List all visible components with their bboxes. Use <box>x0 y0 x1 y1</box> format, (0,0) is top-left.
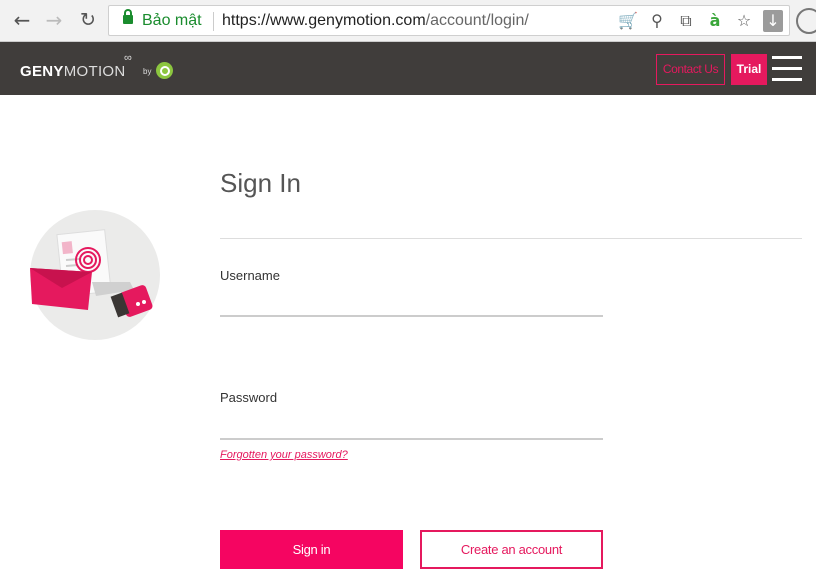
site-header: GENYMOTION ∞ by Contact Us Trial <box>0 42 816 95</box>
url-path: /account/login/ <box>425 12 529 29</box>
password-label: Password <box>220 390 278 405</box>
star-icon[interactable]: ☆ <box>734 10 754 32</box>
logo-light-text: MOTION <box>63 63 126 80</box>
cart-icon[interactable]: 🛒 <box>618 10 638 32</box>
title-divider <box>220 238 802 239</box>
hamburger-line <box>772 56 802 59</box>
by-label: by <box>143 67 152 76</box>
forward-arrow-icon[interactable]: → <box>42 8 66 32</box>
url-host: https://www.genymotion.com <box>222 12 426 29</box>
address-bar[interactable]: Bảo mật https://www.genymotion.com/accou… <box>108 5 790 36</box>
reload-icon[interactable]: ↻ <box>76 8 100 32</box>
secure-label: Bảo mật <box>142 12 202 29</box>
url-text[interactable]: https://www.genymotion.com/account/login… <box>222 12 529 30</box>
infinity-icon: ∞ <box>124 52 132 64</box>
create-account-button[interactable]: Create an account <box>420 530 603 569</box>
address-separator <box>213 12 214 31</box>
trial-button[interactable]: Trial <box>731 54 767 85</box>
username-input[interactable] <box>220 287 603 317</box>
sign-in-button[interactable]: Sign in <box>220 530 403 569</box>
download-icon[interactable]: ↓ <box>763 10 783 32</box>
hamburger-line <box>772 67 802 70</box>
logo-bold-text: GENY <box>20 63 64 80</box>
fingerprint-envelope-illustration <box>30 210 160 340</box>
back-arrow-icon[interactable]: ← <box>10 8 34 32</box>
accent-icon[interactable]: à <box>705 10 725 32</box>
genymotion-logo[interactable]: GENYMOTION <box>20 63 126 80</box>
contact-us-button[interactable]: Contact Us <box>656 54 725 85</box>
browser-toolbar: ← → ↻ Bảo mật https://www.genymotion.com… <box>0 0 816 42</box>
forgot-password-link[interactable]: Forgotten your password? <box>220 449 348 461</box>
password-input[interactable] <box>220 410 603 440</box>
username-label: Username <box>220 268 280 283</box>
zoom-icon[interactable]: ⚲ <box>647 10 667 32</box>
brand-logo-icon <box>156 62 173 79</box>
browser-menu-icon[interactable] <box>796 8 816 34</box>
translate-icon[interactable]: ⧉ <box>676 10 696 32</box>
hamburger-line <box>772 78 802 81</box>
page-title: Sign In <box>220 168 301 198</box>
lock-icon <box>123 9 133 24</box>
omnibox-icons: 🛒 ⚲ ⧉ à ☆ ↓ <box>618 10 783 32</box>
hamburger-menu-icon[interactable] <box>772 56 802 82</box>
